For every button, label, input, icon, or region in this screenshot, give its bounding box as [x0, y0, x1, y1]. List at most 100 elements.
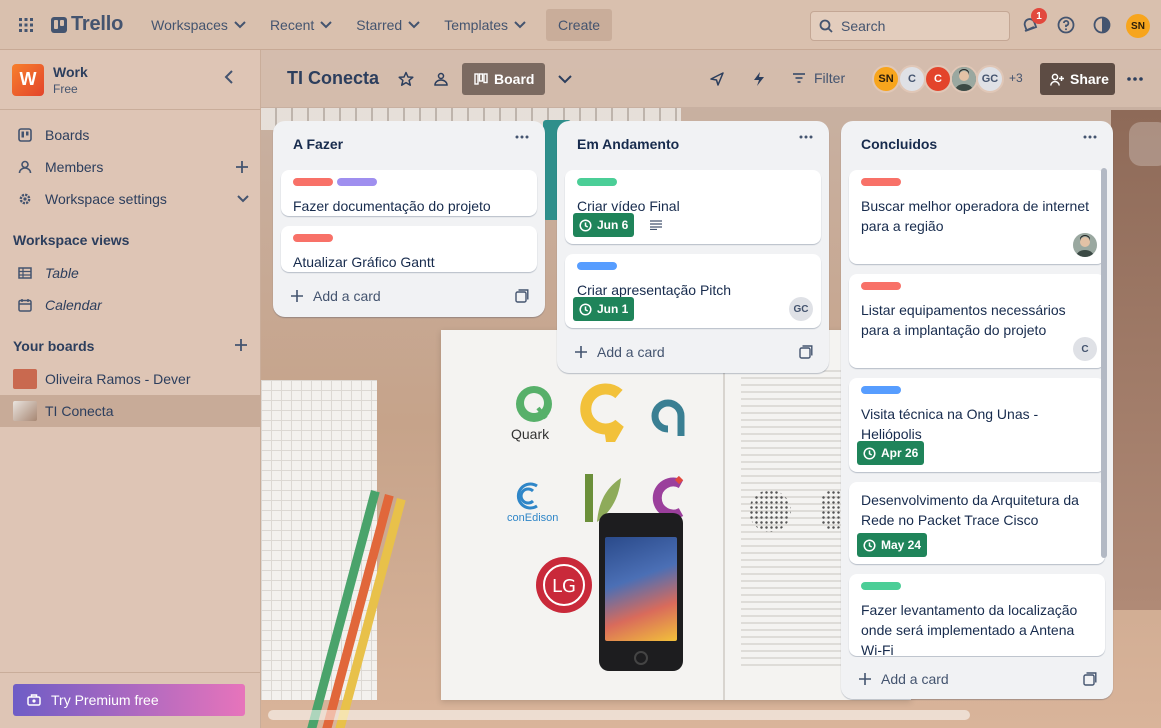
card[interactable]: Listar equipamentos necessários para a i…: [849, 274, 1105, 368]
member-avatar[interactable]: SN: [872, 65, 900, 93]
due-date-badge[interactable]: May 24: [857, 533, 928, 557]
card-template-icon[interactable]: [799, 345, 813, 359]
power-ups-icon[interactable]: [706, 68, 728, 90]
chevron-down-icon[interactable]: [554, 68, 576, 90]
create-button[interactable]: Create: [546, 8, 613, 41]
card-label-red[interactable]: [861, 282, 901, 290]
card-member-avatar[interactable]: GC: [789, 297, 813, 321]
sidebar-item-members[interactable]: Members: [0, 151, 261, 183]
card[interactable]: Criar apresentação Pitch Jun 1 GC: [565, 254, 821, 328]
card-label-blue[interactable]: [861, 386, 901, 394]
list-scrollbar[interactable]: [1101, 168, 1107, 558]
member-avatar[interactable]: C: [924, 65, 952, 93]
member-avatar-photo[interactable]: [950, 65, 978, 93]
share-button[interactable]: Share: [1040, 63, 1115, 95]
board-horizontal-scrollbar[interactable]: [268, 710, 970, 720]
add-member-plus-icon[interactable]: [235, 160, 249, 174]
gear-icon: [19, 193, 31, 205]
add-card-button[interactable]: Add a card: [565, 336, 821, 368]
add-card-label: Add a card: [313, 288, 381, 304]
card-title: Visita técnica na Ong Unas - Heliópolis: [861, 406, 1039, 442]
board-thumbnail: [13, 369, 37, 389]
more-options-icon[interactable]: [1124, 68, 1146, 90]
member-avatar[interactable]: GC: [976, 65, 1004, 93]
card-label-red[interactable]: [861, 178, 901, 186]
list-menu-icon[interactable]: [799, 135, 813, 139]
plus-icon: [291, 290, 303, 302]
help-icon[interactable]: [1054, 13, 1078, 37]
card-label-red[interactable]: [293, 178, 333, 186]
due-date: May 24: [881, 538, 922, 552]
sidebar-item-workspace-settings[interactable]: Workspace settings: [0, 183, 261, 215]
more-members-count[interactable]: +3: [1009, 71, 1023, 85]
try-premium-button[interactable]: Try Premium free: [13, 684, 245, 716]
card-template-icon[interactable]: [515, 289, 529, 303]
card-template-icon[interactable]: [1083, 672, 1097, 686]
nav-templates[interactable]: Templates: [434, 9, 536, 41]
user-avatar[interactable]: SN: [1126, 14, 1150, 38]
add-card-button[interactable]: Add a card: [849, 663, 1105, 695]
list-menu-icon[interactable]: [515, 135, 529, 139]
card[interactable]: Visita técnica na Ong Unas - Heliópolis …: [849, 378, 1105, 472]
card-label-red[interactable]: [293, 234, 333, 242]
card-title: Desenvolvimento da Arquitetura da Rede n…: [861, 492, 1079, 528]
card-label-green[interactable]: [861, 582, 901, 590]
add-card-label: Add a card: [597, 344, 665, 360]
card-label-green[interactable]: [577, 178, 617, 186]
card-title: Buscar melhor operadora de internet para…: [861, 198, 1090, 234]
board-title[interactable]: TI Conecta: [287, 68, 379, 89]
due-date: Jun 1: [597, 302, 629, 316]
card-title: Fazer levantamento da localização onde s…: [861, 602, 1078, 658]
nav-starred[interactable]: Starred: [346, 9, 430, 41]
card-label-blue[interactable]: [577, 262, 617, 270]
member-avatar[interactable]: C: [898, 65, 926, 93]
at-logo: [645, 396, 691, 442]
trello-board-icon: [18, 128, 32, 142]
list-menu-icon[interactable]: [1083, 135, 1097, 139]
list-title[interactable]: A Fazer: [293, 136, 343, 152]
nav-workspaces[interactable]: Workspaces: [141, 9, 256, 41]
filter-button[interactable]: Filter: [792, 70, 845, 86]
star-icon[interactable]: [395, 68, 417, 90]
chevron-down-icon[interactable]: [237, 195, 249, 203]
list-title[interactable]: Concluidos: [861, 136, 937, 152]
card-member-avatar-photo[interactable]: [1073, 233, 1097, 257]
card-member-avatar[interactable]: C: [1073, 337, 1097, 361]
automation-lightning-icon[interactable]: [748, 68, 770, 90]
card-label-purple[interactable]: [337, 178, 377, 186]
sidebar-board-ti-conecta[interactable]: TI Conecta: [0, 395, 261, 427]
card[interactable]: Buscar melhor operadora de internet para…: [849, 170, 1105, 264]
nav-starred-label: Starred: [356, 16, 403, 33]
workspace-logo[interactable]: W: [12, 63, 44, 96]
notification-count-badge: 1: [1031, 8, 1047, 24]
plus-icon: [859, 673, 871, 685]
collapse-sidebar-icon[interactable]: [224, 70, 234, 84]
board-view-button[interactable]: Board: [462, 63, 545, 95]
sidebar-item-table[interactable]: Table: [0, 257, 261, 289]
workspace-visibility-icon[interactable]: [430, 68, 452, 90]
trello-logo[interactable]: Trello: [47, 9, 127, 41]
card[interactable]: Fazer documentação do projeto: [281, 170, 537, 216]
card[interactable]: Desenvolvimento da Arquitetura da Rede n…: [849, 482, 1105, 564]
search-input[interactable]: Search: [810, 11, 1010, 41]
sidebar-item-calendar[interactable]: Calendar: [0, 289, 261, 321]
theme-toggle-icon[interactable]: [1090, 13, 1114, 37]
nav-recent[interactable]: Recent: [260, 9, 342, 41]
sidebar-item-boards[interactable]: Boards: [0, 119, 261, 151]
card[interactable]: Atualizar Gráfico Gantt: [281, 226, 537, 272]
card-labels: [861, 178, 1093, 186]
list-title[interactable]: Em Andamento: [577, 136, 679, 152]
card-labels: [577, 178, 809, 186]
workspace-name[interactable]: Work: [53, 64, 88, 80]
card[interactable]: Criar vídeo Final Jun 6: [565, 170, 821, 244]
sidebar-board-oliveira-ramos[interactable]: Oliveira Ramos - Dever: [0, 363, 261, 395]
due-date-badge[interactable]: Jun 6: [573, 213, 635, 237]
filter-label: Filter: [814, 70, 846, 86]
due-date-badge[interactable]: Jun 1: [573, 297, 635, 321]
add-board-plus-icon[interactable]: [234, 338, 248, 352]
due-date-badge[interactable]: Apr 26: [857, 441, 925, 465]
app-switcher-icon[interactable]: [13, 12, 39, 38]
card-title: Fazer documentação do projeto: [293, 198, 491, 214]
card[interactable]: Fazer levantamento da localização onde s…: [849, 574, 1105, 658]
add-card-button[interactable]: Add a card: [281, 280, 537, 312]
